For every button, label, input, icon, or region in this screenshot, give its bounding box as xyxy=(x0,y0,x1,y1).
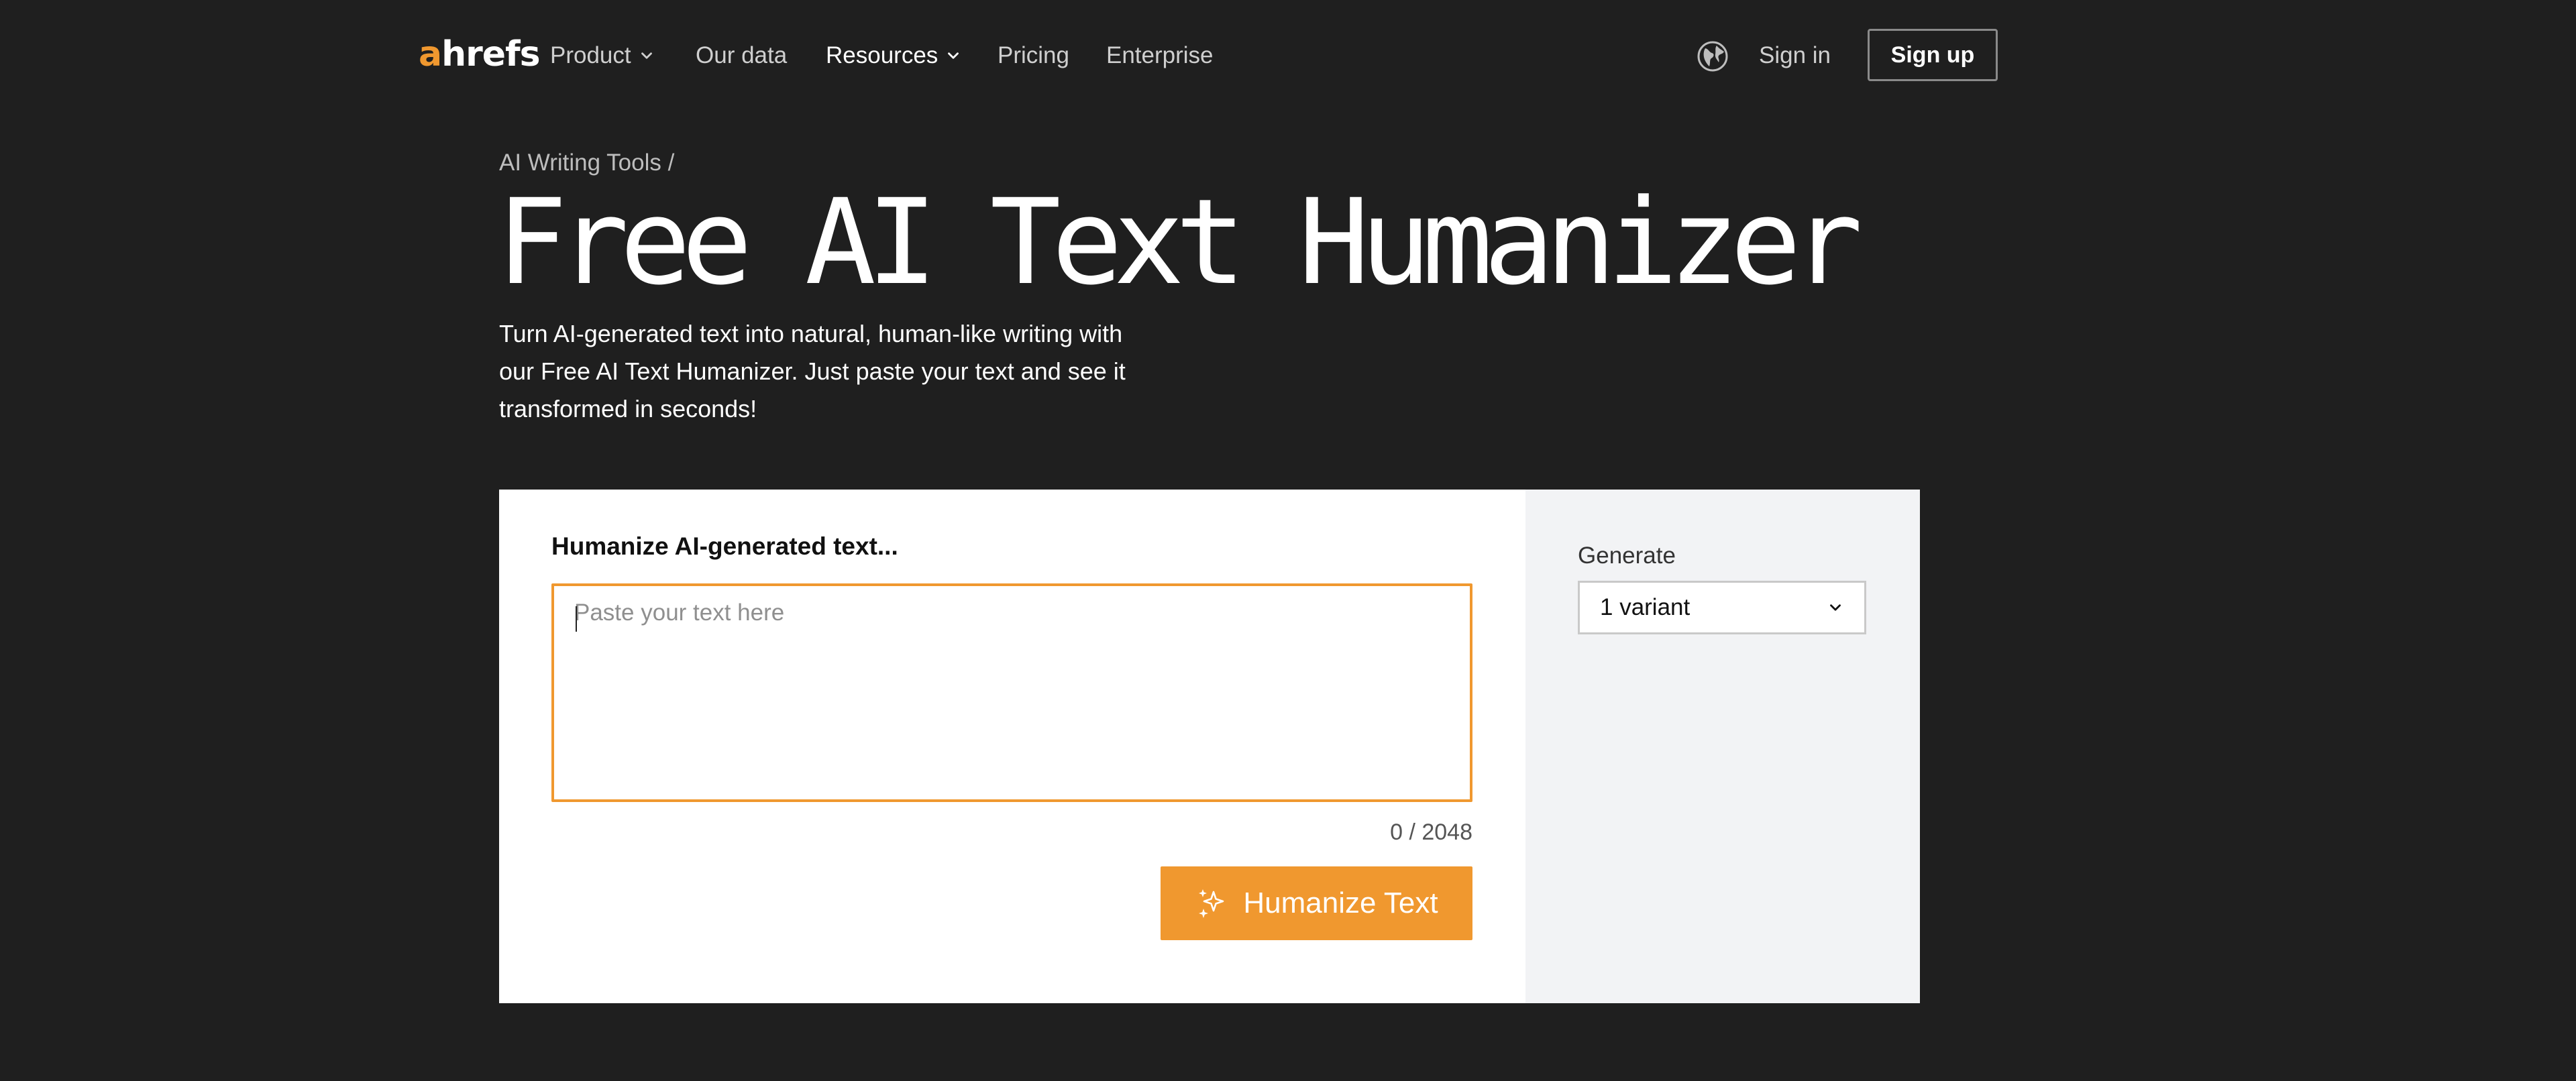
nav-label-enterprise: Enterprise xyxy=(1106,42,1214,68)
nav-label-pricing: Pricing xyxy=(998,42,1069,68)
nav-label-product: Product xyxy=(550,42,631,68)
text-cursor xyxy=(576,606,577,632)
input-panel: Humanize AI-generated text... 0 / 2048 H… xyxy=(499,490,1525,1003)
chevron-down-icon xyxy=(1830,604,1841,611)
input-label: Humanize AI-generated text... xyxy=(551,532,898,560)
nav-item-pricing[interactable]: Pricing xyxy=(998,39,1069,72)
logo-accent-letter: a xyxy=(419,34,442,74)
text-input[interactable] xyxy=(554,586,1470,799)
humanizer-tool-card: Humanize AI-generated text... 0 / 2048 H… xyxy=(499,490,1920,1003)
top-navigation: ahrefs Product Our data Resources Pricin… xyxy=(0,0,2576,111)
options-panel: Generate 1 variant xyxy=(1525,490,1920,1003)
character-counter: 0 / 2048 xyxy=(1390,819,1472,845)
nav-item-product[interactable]: Product xyxy=(550,39,655,72)
variant-select-value: 1 variant xyxy=(1600,594,1690,620)
generate-label: Generate xyxy=(1578,543,1676,569)
sign-in-link[interactable]: Sign in xyxy=(1759,39,1831,72)
globe-icon[interactable] xyxy=(1696,40,1729,73)
nav-label-resources: Resources xyxy=(826,42,938,68)
ahrefs-logo[interactable]: ahrefs xyxy=(419,31,541,78)
sparkles-icon xyxy=(1199,889,1224,918)
text-input-box[interactable] xyxy=(551,583,1472,802)
humanize-text-button[interactable]: Humanize Text xyxy=(1161,866,1472,940)
chevron-down-icon xyxy=(948,52,959,59)
nav-item-our-data[interactable]: Our data xyxy=(696,39,787,72)
page-title: Free AI Text Humanizer xyxy=(496,174,1863,311)
sign-up-button[interactable]: Sign up xyxy=(1868,29,1998,81)
nav-item-resources[interactable]: Resources xyxy=(826,39,962,72)
variant-select[interactable]: 1 variant xyxy=(1578,581,1866,634)
logo-text: hrefs xyxy=(441,34,541,74)
nav-item-enterprise[interactable]: Enterprise xyxy=(1106,39,1214,72)
page-description: Turn AI-generated text into natural, hum… xyxy=(499,320,1126,422)
chevron-down-icon xyxy=(641,52,652,59)
nav-label-our-data: Our data xyxy=(696,42,788,68)
humanize-button-label: Humanize Text xyxy=(1243,887,1438,919)
